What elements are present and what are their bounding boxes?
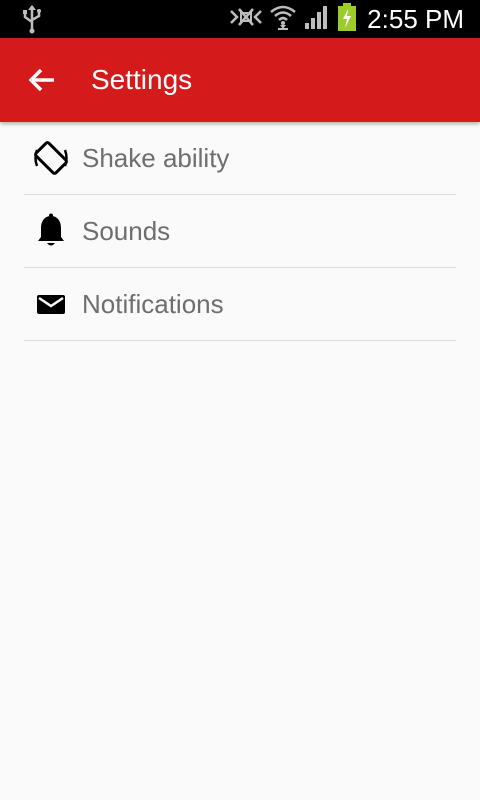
status-bar: 2:55 PM xyxy=(0,0,480,38)
nfc-muted-icon xyxy=(229,5,263,34)
settings-item-shake-ability[interactable]: Shake ability xyxy=(24,122,456,195)
status-time: 2:55 PM xyxy=(367,4,464,34)
settings-item-sounds[interactable]: Sounds xyxy=(24,195,456,268)
settings-item-label: Shake ability xyxy=(82,143,230,173)
app-bar: Settings xyxy=(0,38,480,122)
settings-item-label: Sounds xyxy=(82,216,171,246)
wifi-icon xyxy=(269,3,297,36)
signal-icon xyxy=(303,3,331,36)
settings-item-label: Notifications xyxy=(82,289,224,319)
battery-charging-icon xyxy=(337,2,357,37)
bell-icon xyxy=(32,213,70,249)
arrow-back-icon[interactable] xyxy=(26,64,58,96)
settings-item-notifications[interactable]: Notifications xyxy=(24,268,456,341)
screen-rotation-icon xyxy=(32,140,70,176)
settings-list: Shake ability Sounds Notifications xyxy=(24,122,456,341)
envelope-icon xyxy=(32,286,70,322)
page-title: Settings xyxy=(91,64,193,95)
usb-icon xyxy=(20,4,44,34)
